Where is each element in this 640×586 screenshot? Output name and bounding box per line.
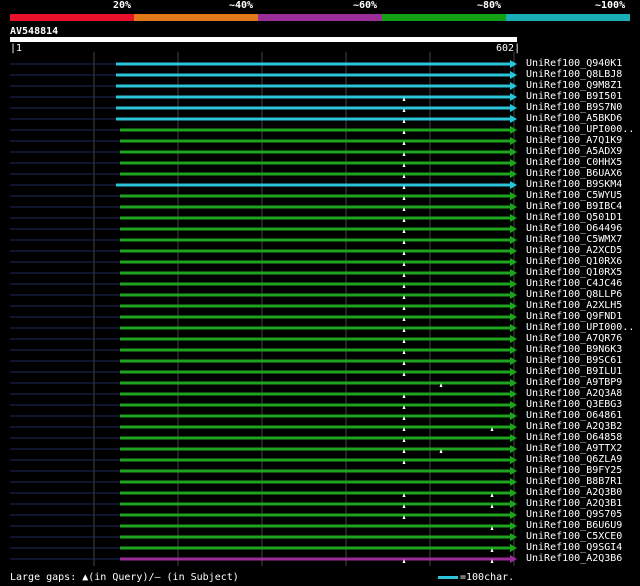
hit-label[interactable]: UniRef100_Q6ZLA9	[526, 454, 622, 465]
hit-row[interactable]	[10, 60, 517, 68]
hit-row[interactable]	[10, 258, 517, 266]
hit-label[interactable]: UniRef100_A7QR76	[526, 333, 622, 344]
hit-label[interactable]: UniRef100_Q3EBG3	[526, 399, 622, 410]
hit-row[interactable]	[10, 291, 517, 299]
hit-label[interactable]: UniRef100_A2XCD5	[526, 245, 622, 256]
hit-row[interactable]	[10, 533, 517, 541]
hit-row[interactable]	[10, 511, 517, 519]
hit-label[interactable]: UniRef100_B9I501	[526, 91, 622, 102]
hit-row[interactable]	[10, 148, 517, 156]
hit-label[interactable]: UniRef100_Q8LBJ8	[526, 69, 622, 80]
hit-label[interactable]: UniRef100_C4JC46	[526, 278, 622, 289]
hit-row[interactable]	[10, 555, 517, 563]
hit-row[interactable]	[10, 71, 517, 79]
hit-row[interactable]	[10, 313, 517, 321]
hit-label[interactable]: UniRef100_A9TTX2	[526, 443, 622, 454]
hit-row[interactable]	[10, 214, 517, 222]
hit-label[interactable]: UniRef100_UPI000..	[526, 124, 634, 135]
hit-row[interactable]	[10, 137, 517, 145]
hit-row[interactable]	[10, 456, 517, 464]
hit-label[interactable]: UniRef100_C5XCE0	[526, 531, 622, 542]
hit-row[interactable]	[10, 159, 517, 167]
scale-bar	[438, 575, 458, 579]
hit-row[interactable]	[10, 181, 517, 189]
hit-row[interactable]	[10, 379, 517, 387]
hit-row[interactable]	[10, 225, 517, 233]
hit-label[interactable]: UniRef100_B9ILU1	[526, 366, 622, 377]
hit-label[interactable]: UniRef100_Q8LLP6	[526, 289, 622, 300]
hit-label[interactable]: UniRef100_B8B7R1	[526, 476, 622, 487]
hit-label[interactable]: UniRef100_O64496	[526, 223, 622, 234]
hit-row[interactable]	[10, 192, 517, 200]
hit-row[interactable]	[10, 423, 517, 431]
hit-label[interactable]: UniRef100_A2Q3B6	[526, 553, 622, 564]
hit-label[interactable]: UniRef100_A2XLH5	[526, 300, 622, 311]
hit-row[interactable]	[10, 522, 517, 530]
hit-row[interactable]	[10, 170, 517, 178]
hit-label[interactable]: UniRef100_A7Q1K9	[526, 135, 622, 146]
hit-label[interactable]: UniRef100_Q9SGI4	[526, 542, 622, 553]
hit-label[interactable]: UniRef100_Q9M8Z1	[526, 80, 622, 91]
hit-row[interactable]	[10, 467, 517, 475]
hit-label[interactable]: UniRef100_O64858	[526, 432, 622, 443]
hit-row[interactable]	[10, 247, 517, 255]
hit-row[interactable]	[10, 93, 517, 101]
hit-row[interactable]	[10, 302, 517, 310]
hit-label[interactable]: UniRef100_Q9FND1	[526, 311, 622, 322]
hit-label[interactable]: UniRef100_Q10RX6	[526, 256, 622, 267]
hit-row[interactable]	[10, 357, 517, 365]
hit-label[interactable]: UniRef100_B9SKM4	[526, 179, 622, 190]
hit-row[interactable]	[10, 269, 517, 277]
hit-label[interactable]: UniRef100_A2Q3A8	[526, 388, 622, 399]
hit-row[interactable]	[10, 368, 517, 376]
hit-row[interactable]	[10, 346, 517, 354]
hit-label[interactable]: UniRef100_UPI000..	[526, 322, 634, 333]
hit-row[interactable]	[10, 203, 517, 211]
hit-label[interactable]: UniRef100_O64861	[526, 410, 622, 421]
hit-label[interactable]: UniRef100_A2Q3B2	[526, 421, 622, 432]
hit-label[interactable]: UniRef100_B9SC61	[526, 355, 622, 366]
hit-label[interactable]: UniRef100_A2Q3B1	[526, 498, 622, 509]
hit-row[interactable]	[10, 324, 517, 332]
hit-label[interactable]: UniRef100_A9TBP9	[526, 377, 622, 388]
hit-row[interactable]	[10, 126, 517, 134]
hit-row[interactable]	[10, 335, 517, 343]
hit-label[interactable]: UniRef100_B9FY25	[526, 465, 622, 476]
hit-row[interactable]	[10, 544, 517, 552]
hit-label[interactable]: UniRef100_B6UAX6	[526, 168, 622, 179]
hit-label[interactable]: UniRef100_Q940K1	[526, 58, 622, 69]
hit-row[interactable]	[10, 236, 517, 244]
hit-label[interactable]: UniRef100_A2Q3B0	[526, 487, 622, 498]
hit-label[interactable]: UniRef100_C5WYU5	[526, 190, 622, 201]
hit-row[interactable]	[10, 489, 517, 497]
large-gaps-legend: Large gaps: ▲(in Query)/— (in Subject)	[10, 572, 239, 583]
hit-row[interactable]	[10, 500, 517, 508]
hit-label[interactable]: UniRef100_B6U6U9	[526, 520, 622, 531]
hit-row[interactable]	[10, 104, 517, 112]
hit-row[interactable]	[10, 445, 517, 453]
hit-row[interactable]	[10, 434, 517, 442]
hit-row[interactable]	[10, 82, 517, 90]
hit-label[interactable]: UniRef100_C5WMX7	[526, 234, 622, 245]
hit-label[interactable]: UniRef100_Q10RX5	[526, 267, 622, 278]
hit-label[interactable]: UniRef100_C0HHX5	[526, 157, 622, 168]
hit-row[interactable]	[10, 412, 517, 420]
hit-row[interactable]	[10, 401, 517, 409]
hit-label[interactable]: UniRef100_B9S7N0	[526, 102, 622, 113]
hit-row[interactable]	[10, 478, 517, 486]
hit-row[interactable]	[10, 115, 517, 123]
hit-label[interactable]: UniRef100_Q9S705	[526, 509, 622, 520]
hit-label[interactable]: UniRef100_A5ADX9	[526, 146, 622, 157]
hit-label[interactable]: UniRef100_A5BKD6	[526, 113, 622, 124]
hit-label[interactable]: UniRef100_B9N6K3	[526, 344, 622, 355]
hit-row[interactable]	[10, 280, 517, 288]
hit-label[interactable]: UniRef100_B9IBC4	[526, 201, 622, 212]
hit-row[interactable]	[10, 390, 517, 398]
hit-label[interactable]: UniRef100_Q501D1	[526, 212, 622, 223]
scale-legend: =100char.	[438, 572, 514, 583]
